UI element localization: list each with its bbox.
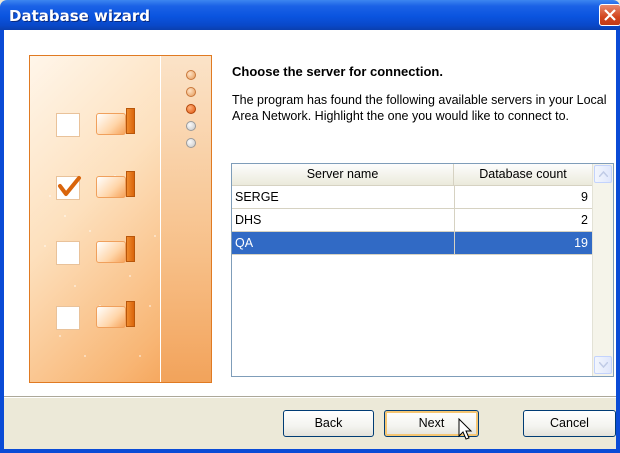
column-header-server-name[interactable]: Server name <box>232 164 454 185</box>
step-indicator <box>186 138 196 148</box>
unchecked-box <box>56 306 80 330</box>
scroll-down-button[interactable] <box>594 356 612 374</box>
server-name-cell: SERGE <box>235 190 279 204</box>
back-button[interactable]: Back <box>283 410 374 437</box>
checkmark-icon <box>58 176 81 196</box>
step-indicator <box>186 87 196 97</box>
database-count-cell: 19 <box>574 236 588 250</box>
table-row[interactable]: SERGE 9 <box>232 186 592 209</box>
column-divider <box>454 185 455 254</box>
computer-icon <box>96 113 126 135</box>
step-indicator <box>186 121 196 131</box>
step-indicator-current <box>186 104 196 114</box>
database-count-cell: 2 <box>581 213 588 227</box>
scroll-up-icon <box>599 171 608 177</box>
cancel-button[interactable]: Cancel <box>523 410 616 437</box>
title-bar: Database wizard <box>0 0 620 30</box>
table-row-selected[interactable]: QA 19 <box>232 232 592 255</box>
unchecked-box <box>56 113 80 137</box>
computer-tower <box>126 108 135 134</box>
scroll-up-button[interactable] <box>594 165 612 183</box>
page-heading: Choose the server for connection. <box>232 64 443 79</box>
computer-tower <box>126 301 135 327</box>
steps-strip <box>160 56 211 382</box>
vertical-scrollbar[interactable] <box>592 164 613 376</box>
step-indicator <box>186 70 196 80</box>
close-icon <box>604 9 616 21</box>
table-row[interactable]: DHS 2 <box>232 209 592 232</box>
database-count-cell: 9 <box>581 190 588 204</box>
computer-tower <box>126 171 135 197</box>
close-button[interactable] <box>599 4 620 26</box>
computer-tower <box>126 236 135 262</box>
window-frame-bottom <box>0 449 620 453</box>
scroll-down-icon <box>599 362 608 368</box>
mouse-cursor-icon <box>458 418 473 440</box>
computer-icon <box>96 176 126 198</box>
table-header: Server name Database count <box>232 164 592 186</box>
footer-separator-highlight <box>4 397 616 398</box>
wizard-illustration <box>29 55 212 383</box>
server-name-cell: DHS <box>235 213 262 227</box>
unchecked-box <box>56 241 80 265</box>
computer-icon <box>96 241 126 263</box>
server-name-cell: QA <box>235 236 254 250</box>
computer-icon <box>96 306 126 328</box>
window-title: Database wizard <box>9 7 151 25</box>
checked-box <box>56 176 81 200</box>
window-frame-right <box>616 30 620 453</box>
column-header-database-count[interactable]: Database count <box>454 164 592 185</box>
server-table[interactable]: Server name Database count SERGE 9 DHS 2… <box>231 163 614 377</box>
page-description: The program has found the following avai… <box>232 93 607 123</box>
